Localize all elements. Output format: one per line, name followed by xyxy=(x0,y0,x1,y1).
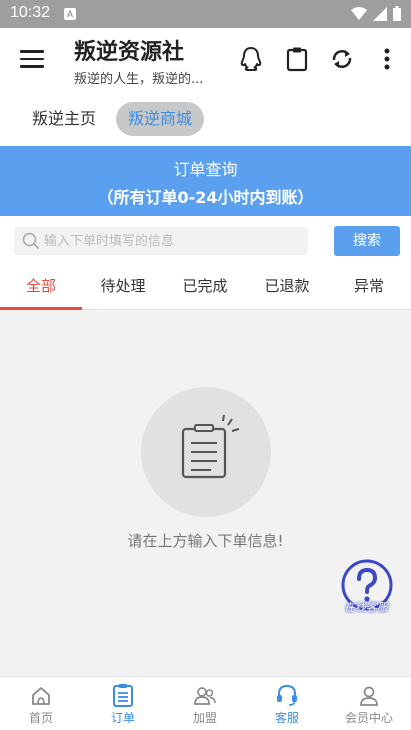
chip-shop[interactable]: 叛逆商城 xyxy=(116,102,205,136)
search-button[interactable]: 搜索 xyxy=(334,226,400,256)
app-title: 叛逆资源社 xyxy=(74,40,185,65)
status-bar: 10:32 A xyxy=(0,0,411,28)
document-icon xyxy=(181,414,240,479)
nav-member-center[interactable]: 会员中心 xyxy=(328,677,410,730)
home-icon xyxy=(32,687,50,705)
help-label: 在线客服 xyxy=(344,601,388,614)
tab-completed[interactable]: 已完成 xyxy=(164,266,246,310)
tab-abnormal[interactable]: 异常 xyxy=(328,266,410,310)
nav-orders-label: 订单 xyxy=(110,711,135,725)
nav-home[interactable]: 首页 xyxy=(0,677,82,730)
chip-home[interactable]: 叛逆主页 xyxy=(20,102,108,136)
wifi-icon xyxy=(351,6,367,20)
battery-icon xyxy=(393,6,401,21)
app-subtitle: 叛逆的人生，叛逆的... xyxy=(74,72,204,87)
menu-icon[interactable] xyxy=(20,50,44,70)
qq-icon[interactable] xyxy=(236,44,266,74)
nav-orders[interactable]: 订单 xyxy=(82,677,164,730)
app-bar: 叛逆资源社 叛逆的人生，叛逆的... xyxy=(0,28,411,94)
nav-customer-service[interactable]: 客服 xyxy=(246,677,328,730)
banner-subtitle: （所有订单0-24小时内到账） xyxy=(97,188,314,207)
nav-franchise[interactable]: 加盟 xyxy=(164,677,246,730)
order-list-icon xyxy=(113,684,133,707)
notification-icon: A xyxy=(64,8,76,20)
more-options-icon[interactable] xyxy=(372,44,402,74)
tab-refunded[interactable]: 已退款 xyxy=(246,266,328,310)
clipboard-icon[interactable] xyxy=(282,44,312,74)
group-icon xyxy=(194,687,216,705)
status-time: 10:32 xyxy=(10,4,51,21)
bottom-navigation: 首页 订单 加盟 客服 会员中心 xyxy=(0,676,411,730)
tab-all[interactable]: 全部 xyxy=(0,266,82,310)
search-row: 搜索 xyxy=(0,216,411,266)
order-tabs: 全部 待处理 已完成 已退款 异常 xyxy=(0,266,411,310)
user-icon xyxy=(360,686,378,706)
nav-chips: 叛逆主页 叛逆商城 xyxy=(0,94,411,146)
signal-icon xyxy=(373,6,387,21)
empty-message: 请在上方输入下单信息! xyxy=(127,532,284,550)
nav-home-label: 首页 xyxy=(28,711,53,725)
empty-state-illustration xyxy=(141,387,271,517)
search-icon xyxy=(22,232,40,250)
refresh-icon[interactable] xyxy=(327,44,357,74)
banner-title: 订单查询 xyxy=(173,160,238,179)
nav-member-center-label: 会员中心 xyxy=(344,711,393,725)
customer-service-float-button[interactable]: 在线客服 xyxy=(338,557,398,617)
search-box xyxy=(14,227,308,255)
search-input[interactable] xyxy=(44,227,302,255)
order-query-banner: 订单查询 （所有订单0-24小时内到账） xyxy=(0,146,411,216)
nav-franchise-label: 加盟 xyxy=(192,711,217,725)
headset-icon xyxy=(277,684,297,706)
nav-customer-service-label: 客服 xyxy=(274,711,299,725)
tab-pending[interactable]: 待处理 xyxy=(82,266,164,310)
